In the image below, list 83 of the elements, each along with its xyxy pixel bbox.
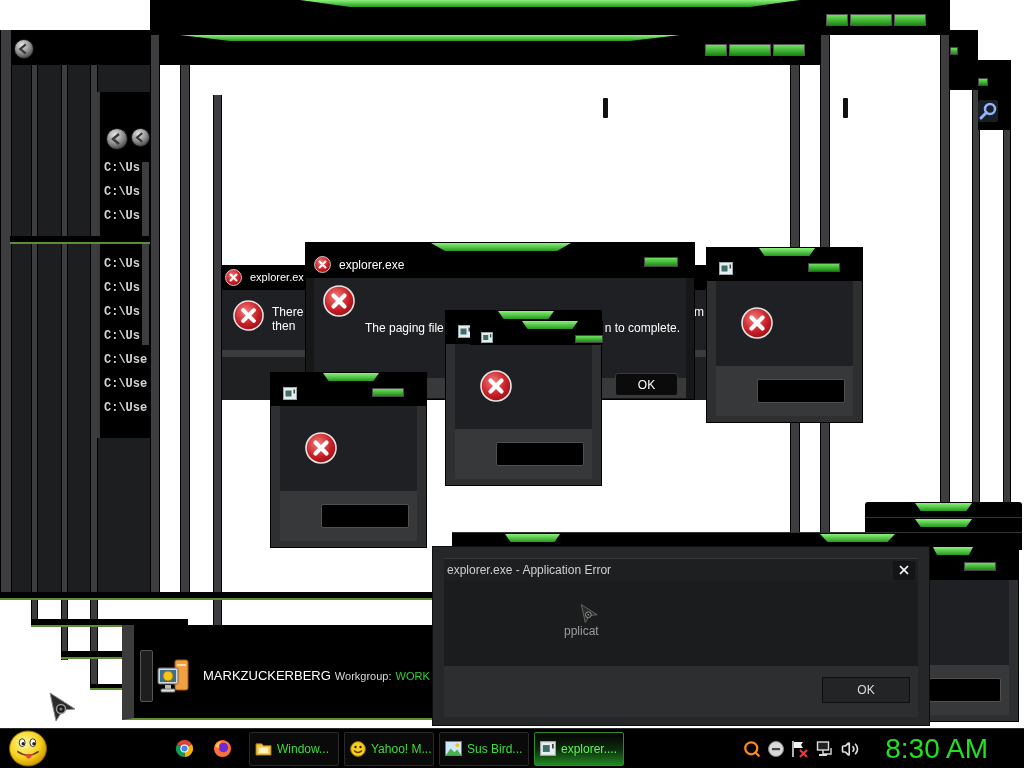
console-line: C:\Use	[104, 352, 149, 369]
message-text: pplicat	[564, 624, 599, 639]
message-text: The paging file	[365, 320, 444, 336]
glow-trim	[915, 503, 972, 511]
mouse-cursor-icon	[578, 604, 600, 623]
window-icon	[540, 741, 556, 756]
console-line: C:\Use	[104, 400, 149, 417]
window-control-button[interactable]	[850, 14, 892, 26]
glow-trim	[759, 248, 815, 256]
browser-icon[interactable]	[213, 739, 232, 758]
taskbar-button[interactable]: Sus Bird...	[439, 731, 529, 766]
glow-trim	[522, 321, 578, 329]
error-icon	[225, 269, 242, 286]
dialog-button[interactable]	[321, 504, 409, 528]
console-line: C:\Us	[104, 184, 141, 201]
window-control-button[interactable]	[978, 78, 988, 86]
workgroup-label: Workgroup:	[334, 668, 392, 684]
window-control-button[interactable]	[826, 14, 848, 26]
dialog-button[interactable]	[496, 442, 584, 466]
clock: 8:30 AM	[885, 734, 988, 763]
glow-trim	[323, 373, 379, 381]
error-icon	[480, 370, 512, 402]
window-control-button[interactable]	[964, 562, 996, 571]
message-text: n to complete.	[604, 320, 680, 336]
minus-circle-icon[interactable]	[768, 740, 785, 757]
browser-icon[interactable]	[175, 739, 194, 758]
network-icon[interactable]	[816, 739, 835, 758]
error-icon	[314, 256, 331, 273]
window-edge	[603, 98, 608, 118]
speaker-icon[interactable]	[841, 739, 860, 758]
dialog-title: explorer.exe - Application Error	[447, 562, 612, 579]
close-icon	[897, 563, 911, 577]
window-control-button[interactable]	[808, 263, 840, 272]
window-control-button[interactable]	[575, 335, 603, 343]
dialog-title: explorer.exe	[339, 258, 405, 271]
flag-x-icon[interactable]	[791, 739, 810, 758]
close-button[interactable]	[893, 560, 915, 580]
glow-trim	[933, 547, 973, 555]
ok-button[interactable]: OK	[822, 677, 910, 703]
message-text: There then	[272, 305, 304, 333]
console-line: C:\Us	[104, 328, 141, 345]
computer-name: MARKZUCKERBERG	[203, 666, 331, 685]
mouse-cursor-icon	[48, 692, 76, 722]
window-control-button[interactable]	[644, 257, 678, 267]
picture-icon	[445, 741, 462, 756]
panel-handle	[140, 649, 153, 702]
window-icon	[283, 387, 297, 400]
error-icon	[305, 432, 337, 464]
console-line: C:\Us	[104, 280, 141, 297]
window-control-button[interactable]	[950, 47, 958, 55]
window-icon	[719, 262, 733, 275]
folder-icon	[255, 741, 272, 756]
taskbar-button[interactable]: explorer....	[534, 731, 624, 766]
console-line: C:\Us	[104, 256, 141, 273]
search-icon[interactable]	[978, 100, 998, 122]
message-text: m	[694, 305, 704, 319]
dialog-button[interactable]	[757, 379, 845, 403]
error-icon	[233, 300, 264, 331]
smiley-face-icon[interactable]	[8, 730, 48, 767]
window-control-button[interactable]	[773, 44, 805, 56]
console-line: C:\Us	[104, 160, 141, 177]
workgroup-name: WORK	[395, 668, 430, 684]
console-line: C:\Us	[104, 208, 141, 225]
taskbar-button[interactable]: Yahoo! M...	[344, 731, 434, 766]
error-icon	[323, 285, 355, 317]
error-icon	[741, 307, 773, 339]
window-icon	[481, 332, 493, 343]
glow-trim	[505, 534, 560, 542]
smiley-icon	[350, 740, 366, 757]
window-control-button[interactable]	[372, 388, 404, 397]
glow-trim	[498, 311, 554, 319]
dialog-button[interactable]	[929, 678, 1001, 702]
search-icon[interactable]	[743, 739, 762, 758]
console-line: C:\Use	[104, 376, 149, 393]
ok-button[interactable]: OK	[615, 373, 678, 396]
taskbar-button[interactable]: Window...	[249, 731, 339, 766]
window-control-button[interactable]	[894, 14, 926, 26]
window-control-button[interactable]	[705, 44, 727, 56]
dialog-title: explorer.ex	[250, 270, 304, 286]
window-control-button[interactable]	[729, 44, 771, 56]
glow-trim	[915, 519, 972, 527]
window-edge	[843, 98, 848, 118]
console-line: C:\Us	[104, 304, 141, 321]
